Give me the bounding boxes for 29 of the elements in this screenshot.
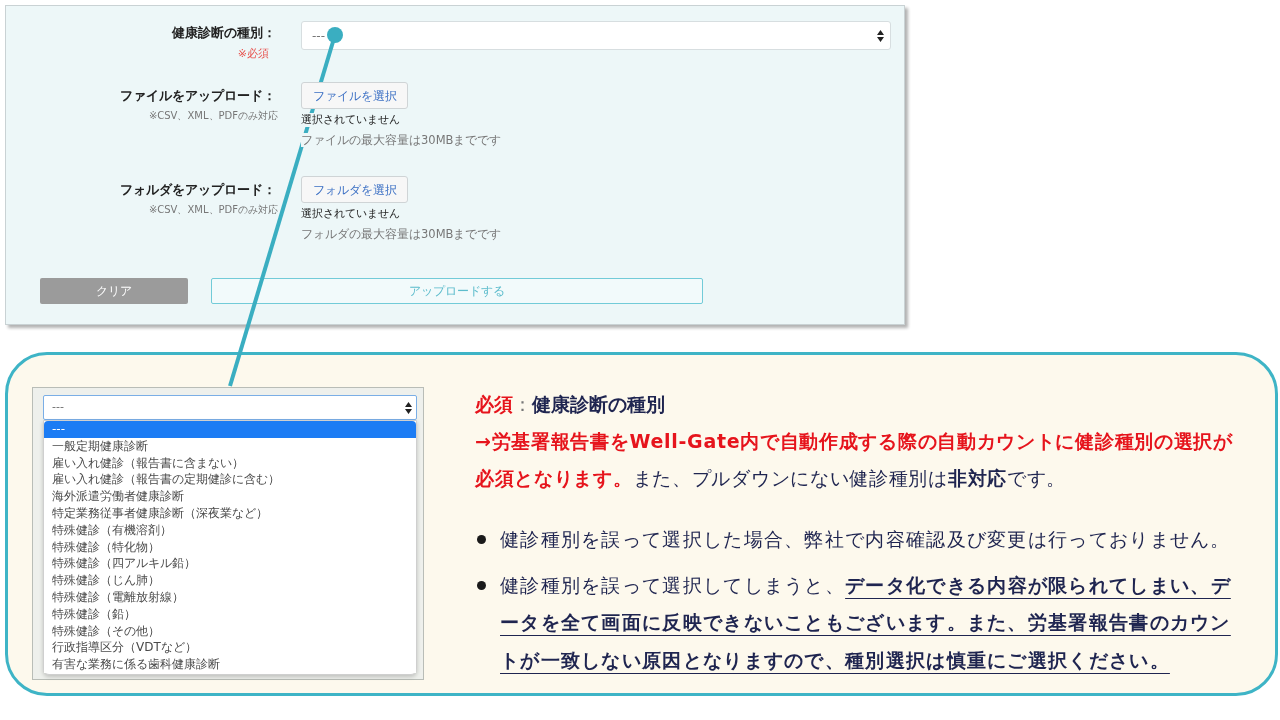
dropdown-option[interactable]: 海外派遣労働者健康診断	[44, 488, 416, 505]
dropdown-option[interactable]: 有害な業務に係る歯科健康診断	[44, 656, 416, 673]
bullet-text: 健診種別を誤って選択した場合、弊社で内容確認及び変更は行っておりません。	[500, 527, 1232, 552]
bullet-text: 健診種別を誤って選択してしまうと、データ化できる内容が限られてしまい、データを全て画面に反映できないこともございます。また、労基署報告書のカウントが一致しない原因となりますので、種別選択は慎重にご選択ください。	[500, 572, 1232, 673]
dropdown-option[interactable]: 特殊健診（四アルキル鉛）	[44, 555, 416, 573]
field-note: ※CSV、XML、PDFのみ対応	[148, 109, 278, 123]
select-field[interactable]: ---	[43, 395, 417, 420]
choose-file-button[interactable]: フォルダを選択	[301, 176, 408, 203]
select-arrows-icon	[877, 29, 884, 42]
bullet-icon	[477, 535, 486, 544]
field-note: ※必須	[237, 47, 270, 61]
callout-heading: 必須：健康診断の種別	[475, 392, 666, 417]
dropdown-option[interactable]: 特殊健診（じん肺）	[44, 572, 416, 589]
choose-file-button[interactable]: ファイルを選択	[301, 82, 408, 109]
bullet-icon	[477, 580, 486, 590]
field-note: ※CSV、XML、PDFのみ対応	[148, 203, 278, 217]
file-size-hint: フォルダの最大容量は30MBまでです	[301, 227, 502, 241]
field-label: ファイルをアップロード：	[120, 87, 277, 105]
select-field[interactable]: ---	[301, 21, 891, 50]
field-label: フォルダをアップロード：	[120, 181, 277, 199]
select-arrows-icon	[405, 401, 412, 414]
file-status-text: 選択されていません	[301, 207, 400, 221]
field-label: 健康診断の種別：	[172, 24, 276, 42]
file-size-hint: ファイルの最大容量は30MBまでです	[301, 133, 502, 147]
dropdown-option[interactable]: 雇い入れ健診（報告書の定期健診に含む）	[44, 471, 416, 489]
requirement-text: →労基署報告書をWell-Gate内で自動作成する際の自動カウントに健診種別の選択が必須となります。また、プルダウンにない健診種別は非対応です。	[475, 429, 1234, 491]
file-status-text: 選択されていません	[301, 113, 400, 127]
dropdown-option[interactable]: 行政指導区分（VDTなど）	[44, 639, 416, 657]
dropdown-option[interactable]: ---	[44, 421, 416, 438]
